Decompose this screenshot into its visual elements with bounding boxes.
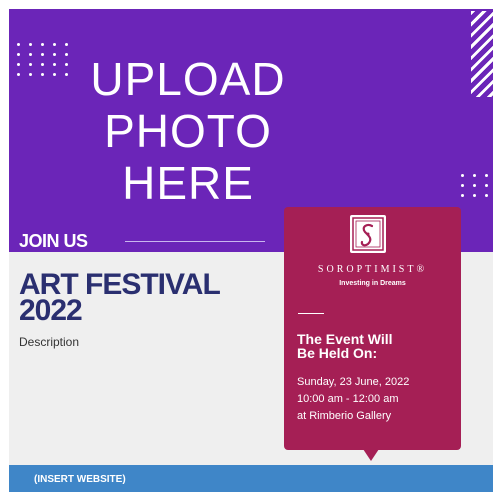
event-time: 10:00 am - 12:00 am	[297, 393, 399, 405]
divider-line	[125, 241, 265, 242]
event-date: Sunday, 23 June, 2022	[297, 376, 410, 388]
footer-bar: (INSERT WEBSITE)	[9, 465, 493, 492]
dot-grid-icon	[461, 174, 489, 197]
website-link[interactable]: (INSERT WEBSITE)	[34, 474, 126, 485]
panel-pointer	[363, 449, 379, 461]
event-location: at Rimberio Gallery	[297, 410, 392, 422]
event-description: Description	[19, 335, 80, 349]
event-title: ART FESTIVAL 2022	[19, 268, 221, 327]
flyer-card: UPLOAD PHOTO HERE JOIN US ART FESTIVAL 2…	[9, 9, 493, 492]
event-details: Sunday, 23 June, 2022 10:00 am - 12:00 a…	[297, 374, 457, 425]
brand-tagline: Investing in Dreams	[339, 280, 406, 287]
join-us-row: JOIN US	[19, 231, 265, 251]
brand-name: SOROPTIMIST®	[317, 264, 428, 275]
event-info-panel: SOROPTIMIST® Investing in Dreams The Eve…	[284, 207, 461, 450]
join-us-label: JOIN US	[19, 231, 88, 251]
upload-photo-placeholder: UPLOAD PHOTO HERE	[90, 53, 286, 209]
event-heading: The Event Will Be Held On:	[297, 331, 393, 361]
stripe-pattern-icon	[471, 11, 493, 97]
panel-divider	[298, 313, 324, 314]
soroptimist-logo-icon	[350, 215, 386, 253]
